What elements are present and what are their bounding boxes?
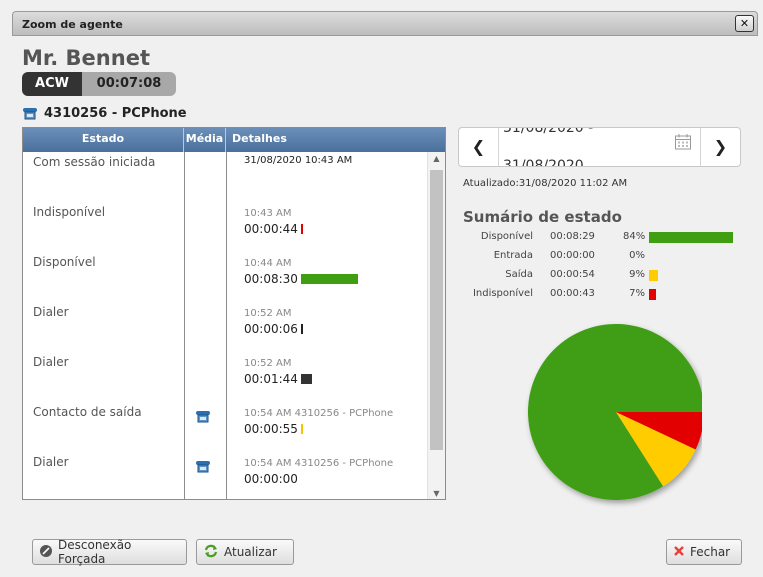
phone-line: 4310256 - PCPhone — [22, 106, 187, 121]
row-detail-sub: 10:54 AM 4310256 - PCPhone — [244, 408, 394, 419]
row-duration: 00:00:00 — [244, 472, 298, 486]
phone-icon — [195, 458, 211, 477]
row-duration-line: 00:00:00 — [244, 472, 298, 486]
agent-zoom-window: Zoom de agente ✕ Mr. Bennet ACW 00:07:08… — [0, 0, 763, 577]
date-range-control: ❮ 31/08/2020 - 31/08/2020 ❯ — [458, 127, 741, 167]
title-bar: Zoom de agente ✕ — [12, 11, 758, 36]
row-duration-line: 00:01:44 — [244, 372, 312, 386]
summary-label: Indisponível — [472, 288, 533, 299]
phone-label: 4310256 - PCPhone — [44, 106, 187, 121]
calendar-icon[interactable] — [674, 128, 692, 166]
updated-timestamp: Atualizado:31/08/2020 11:02 AM — [463, 178, 628, 189]
column-divider — [184, 152, 185, 499]
agent-name: Mr. Bennet — [22, 46, 150, 70]
chevron-right-icon[interactable]: ❯ — [700, 128, 740, 166]
summary-time: 00:00:00 — [550, 250, 595, 261]
row-duration-line: 00:00:06 — [244, 322, 303, 336]
window-title: Zoom de agente — [22, 18, 123, 31]
phone-icon — [195, 408, 211, 427]
row-detail-sub: 10:54 AM 4310256 - PCPhone — [244, 458, 394, 469]
refresh-button[interactable]: Atualizar — [196, 539, 294, 565]
summary-label: Entrada — [493, 250, 533, 261]
scroll-down-icon[interactable]: ▼ — [428, 487, 445, 499]
content-area: Mr. Bennet ACW 00:07:08 4310256 - PCPhon… — [12, 36, 758, 574]
row-estado: Dialer — [33, 355, 69, 369]
row-duration: 00:00:55 — [244, 422, 298, 436]
status-badge: ACW 00:07:08 — [22, 72, 176, 96]
summary-time: 00:00:54 — [550, 269, 595, 280]
row-detail-sub: 10:43 AM — [244, 208, 292, 219]
row-duration-line: 00:00:44 — [244, 222, 303, 236]
row-duration: 00:00:06 — [244, 322, 298, 336]
phone-icon — [22, 107, 38, 120]
row-detail-sub: 10:52 AM — [244, 358, 292, 369]
duration-bar — [300, 424, 303, 434]
row-duration-line: 00:08:30 — [244, 272, 358, 286]
row-estado: Disponível — [33, 255, 96, 269]
close-label: Fechar — [690, 545, 731, 559]
agent-status-time: 00:07:08 — [82, 72, 176, 96]
header-detalhes[interactable]: Detalhes — [226, 128, 445, 152]
state-pie-chart — [528, 324, 702, 500]
summary-time: 00:00:43 — [550, 288, 595, 299]
summary-pct: 0% — [629, 250, 645, 261]
duration-bar — [300, 274, 358, 284]
row-estado: Com sessão iniciada — [33, 155, 156, 169]
summary-time: 00:08:29 — [550, 231, 595, 242]
close-button[interactable]: Fechar — [666, 539, 742, 565]
summary-row: Indisponível 00:00:43 7% — [463, 288, 753, 302]
summary-pct: 84% — [623, 231, 646, 242]
date-range-value: 31/08/2020 - 31/08/2020 — [503, 127, 594, 167]
scroll-up-icon[interactable]: ▲ — [428, 152, 445, 166]
state-table: Estado Média Detalhes Com sessão iniciad… — [22, 127, 446, 500]
row-duration: 00:01:44 — [244, 372, 298, 386]
close-x-icon — [673, 545, 685, 560]
forced-disconnect-button[interactable]: Desconexão Forçada — [32, 538, 187, 566]
summary-bar — [649, 232, 733, 243]
duration-bar — [300, 224, 303, 234]
header-estado[interactable]: Estado — [23, 128, 184, 152]
summary-pct: 7% — [629, 288, 645, 299]
row-estado: Indisponível — [33, 205, 106, 219]
row-detail-sub: 31/08/2020 10:43 AM — [244, 155, 353, 166]
disconnect-label: Desconexão Forçada — [58, 538, 132, 566]
row-estado: Dialer — [33, 305, 69, 319]
summary-pct: 9% — [629, 269, 645, 280]
disconnect-icon — [39, 544, 53, 561]
summary-bar — [649, 270, 658, 281]
row-duration: 00:00:44 — [244, 222, 298, 236]
row-duration-line: 00:00:55 — [244, 422, 303, 436]
column-divider — [226, 152, 227, 499]
date-range-input[interactable]: 31/08/2020 - 31/08/2020 — [499, 128, 700, 166]
row-estado: Dialer — [33, 455, 69, 469]
refresh-label: Atualizar — [224, 545, 277, 559]
summary-bar — [649, 289, 656, 300]
summary-row: Entrada 00:00:00 0% — [463, 250, 753, 264]
row-detail-sub: 10:44 AM — [244, 258, 292, 269]
summary-row: Disponível 00:08:29 84% — [463, 231, 753, 245]
duration-bar — [300, 374, 312, 384]
refresh-icon — [203, 544, 219, 561]
close-icon[interactable]: ✕ — [735, 15, 754, 32]
summary-label: Saída — [505, 269, 533, 280]
row-estado: Contacto de saída — [33, 405, 142, 419]
agent-status: ACW — [22, 72, 82, 96]
summary-title: Sumário de estado — [463, 208, 622, 226]
table-header: Estado Média Detalhes — [23, 128, 445, 152]
chevron-left-icon[interactable]: ❮ — [459, 128, 499, 166]
table-scrollbar[interactable]: ▲ ▼ — [427, 152, 445, 499]
duration-bar — [300, 324, 303, 334]
header-media[interactable]: Média — [184, 128, 226, 152]
scroll-thumb[interactable] — [430, 170, 443, 450]
summary-label: Disponível — [480, 231, 533, 242]
summary-row: Saída 00:00:54 9% — [463, 269, 753, 283]
row-duration: 00:08:30 — [244, 272, 298, 286]
row-detail-sub: 10:52 AM — [244, 308, 292, 319]
